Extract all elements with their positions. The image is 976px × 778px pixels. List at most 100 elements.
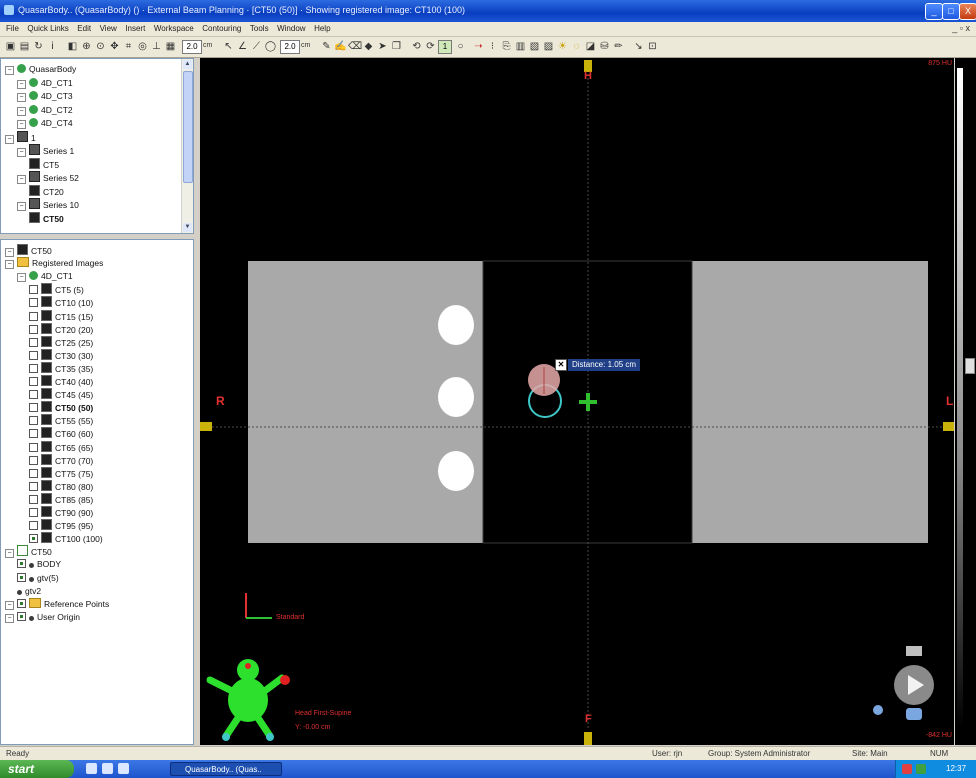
tree-item[interactable]: CT60 (60) [29,427,93,439]
rotate-icon[interactable]: ⟲ [410,40,423,53]
tree-item[interactable]: − Series 10 [17,198,79,211]
checkbox-icon[interactable] [17,598,26,608]
maximize-button[interactable]: □ [942,3,960,20]
menu-window[interactable]: Window [277,24,305,33]
tree-item[interactable]: − 4D_CT4 [17,117,73,129]
checkbox-icon[interactable] [29,337,38,347]
tree-item[interactable]: CT10 (10) [29,296,93,308]
tree-item[interactable]: CT80 (80) [29,479,93,492]
pan-icon[interactable]: ✥ [108,40,121,53]
circle-tool-icon[interactable]: ◯ [264,40,277,53]
tree-item[interactable]: − Series 1 [17,144,74,157]
tree-item[interactable]: CT35 (35) [29,361,93,374]
checkbox-icon[interactable] [29,416,38,426]
media-icon[interactable] [102,763,113,774]
plan-icon[interactable]: ▨ [542,40,555,53]
viewer-canvas[interactable] [200,58,954,745]
eraser-icon[interactable]: ⌫ [348,40,362,53]
checkbox-icon[interactable] [29,298,38,308]
tree-item[interactable]: −1 [5,130,36,144]
checkbox-icon[interactable] [29,455,38,465]
tree-item[interactable]: − CT50 [5,545,52,559]
tree-item[interactable]: − 4D_CT2 [17,104,73,116]
ie-icon[interactable] [86,763,97,774]
start-button[interactable]: start [0,760,74,778]
tree-item[interactable]: CT85 (85) [29,492,93,505]
arrow-tool-icon[interactable]: ↖ [222,40,235,53]
ring-icon[interactable]: ◌ [570,40,583,53]
checkbox-icon[interactable] [29,311,38,321]
tree-item[interactable]: CT70 (70) [29,453,93,466]
copy-icon[interactable]: ❐ [390,40,403,53]
expander-icon[interactable]: − [5,600,14,610]
window-level-icon[interactable]: ◧ [66,40,79,53]
line-tool-icon[interactable]: ⟋ [250,40,263,53]
checkbox-icon[interactable] [17,559,26,569]
tree-item[interactable]: CT95 (95) [29,519,93,531]
minimize-button[interactable]: _ [925,3,943,20]
tree-item[interactable]: − 4D_CT1 [17,270,73,283]
mdi-controls[interactable]: _ ▫ x [952,23,970,33]
tree-top-scrollbar[interactable]: ▲ ▼ [181,59,193,233]
checkbox-icon[interactable] [29,285,38,295]
expander-icon[interactable]: − [5,260,14,270]
expander-icon[interactable]: − [5,549,14,559]
layers-icon[interactable]: ◪ [584,40,597,53]
tree-item[interactable]: CT20 (20) [29,322,93,335]
tree-item[interactable]: CT100 (100) [29,532,103,544]
menu-view[interactable]: View [100,24,117,33]
page-input[interactable]: 1 [438,40,452,54]
image-viewer[interactable]: H F R L ✕ Distance: 1.05 cm Standard Hea… [200,58,954,745]
checkbox-icon[interactable] [29,468,38,478]
expander-icon[interactable]: − [5,134,14,144]
menu-help[interactable]: Help [314,24,330,33]
close-button[interactable]: X [959,3,976,20]
edit-icon[interactable]: ✏ [612,40,625,53]
menu-workspace[interactable]: Workspace [154,24,194,33]
checkbox-icon[interactable] [29,363,38,373]
fill-icon[interactable]: ◆ [362,40,375,53]
level-handle[interactable] [965,358,975,374]
save-icon[interactable]: ▣ [4,40,17,53]
pointer-icon[interactable]: ↘ [632,40,645,53]
tree-item[interactable]: − User Origin [5,611,80,623]
tree-item[interactable]: CT5 [29,157,59,170]
dose-icon[interactable]: ▧ [528,40,541,53]
beam-icon[interactable]: ➝ [472,40,485,53]
menu-quick-links[interactable]: Quick Links [27,24,68,33]
points-icon[interactable]: ⁝ [486,40,499,53]
checkbox-icon[interactable] [29,481,38,491]
expander-icon[interactable]: − [17,202,26,211]
brush-icon[interactable]: ✍ [334,40,347,53]
tray-icon-1[interactable] [902,764,912,774]
refresh-icon[interactable]: ↻ [32,40,45,53]
expander-icon[interactable]: − [17,120,26,129]
tree-item[interactable]: − Registered Images [5,257,103,270]
size-input[interactable]: 2.0 [280,40,300,54]
tree-item[interactable]: − QuasarBody [5,63,76,75]
measurement-close-icon[interactable]: ✕ [555,359,567,371]
checkbox-icon[interactable] [29,403,38,413]
tree-item[interactable]: CT50 (50) [29,401,93,413]
menu-file[interactable]: File [6,24,19,33]
menu-contouring[interactable]: Contouring [202,24,241,33]
expander-icon[interactable]: − [17,148,26,157]
expander-icon[interactable]: − [17,93,26,102]
checkbox-icon[interactable] [29,508,38,517]
scroll-thumb[interactable] [183,71,193,183]
taskbar-item-quasarbody[interactable]: QuasarBody.. (Quas.. [170,762,282,776]
database-icon[interactable]: ⛁ [598,40,611,53]
tree-item[interactable]: − CT50 [5,244,52,257]
menu-tools[interactable]: Tools [250,24,269,33]
circle-icon[interactable]: ○ [454,40,467,53]
desktop-icon[interactable] [118,763,129,774]
window-level-bar[interactable] [955,58,976,745]
tree-item[interactable]: CT50 [29,211,64,224]
checkbox-icon[interactable] [17,611,26,621]
zoom-in-icon[interactable]: ⊕ [80,40,93,53]
checkbox-icon[interactable] [29,377,38,386]
tree-item[interactable]: gtv(5) [17,572,59,584]
tree-item[interactable]: CT65 (65) [29,440,93,453]
ruler-icon[interactable]: ⊥ [150,40,163,53]
zoom-fit-icon[interactable]: ⊡ [646,40,659,53]
